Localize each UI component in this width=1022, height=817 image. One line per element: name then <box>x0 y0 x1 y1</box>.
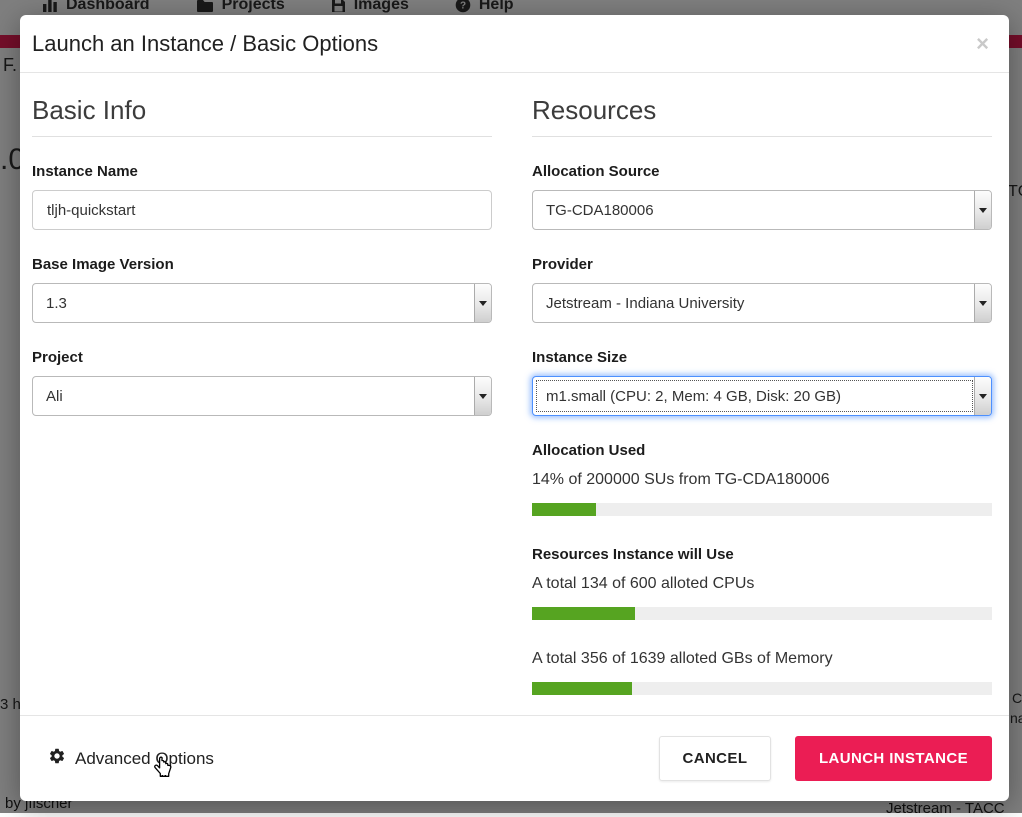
select-value: m1.small (CPU: 2, Mem: 4 GB, Disk: 20 GB… <box>537 381 972 411</box>
base-image-version-label: Base Image Version <box>32 256 492 273</box>
advanced-options-button[interactable]: Advanced Options <box>48 747 214 770</box>
base-image-version-select[interactable]: 1.3 <box>32 283 492 323</box>
launch-instance-modal: Launch an Instance / Basic Options × Bas… <box>20 15 1009 801</box>
cancel-button[interactable]: CANCEL <box>659 736 771 781</box>
memory-usage-text: A total 356 of 1639 alloted GBs of Memor… <box>532 650 992 668</box>
modal-body: Basic Info Instance Name Base Image Vers… <box>20 73 1009 695</box>
resources-section: Resources Allocation Source TG-CDA180006… <box>532 73 992 695</box>
select-dropdown-button[interactable] <box>474 377 491 415</box>
resources-heading: Resources <box>532 95 992 137</box>
chevron-down-icon <box>979 394 987 399</box>
chevron-down-icon <box>979 301 987 306</box>
select-value: 1.3 <box>33 284 474 322</box>
select-value: Ali <box>33 377 474 415</box>
select-value: TG-CDA180006 <box>533 191 974 229</box>
basic-info-heading: Basic Info <box>32 95 492 137</box>
chevron-down-icon <box>479 394 487 399</box>
select-dropdown-button[interactable] <box>974 284 991 322</box>
progress-fill <box>532 682 632 695</box>
instance-size-select[interactable]: m1.small (CPU: 2, Mem: 4 GB, Disk: 20 GB… <box>532 376 992 416</box>
basic-info-section: Basic Info Instance Name Base Image Vers… <box>32 73 492 695</box>
instance-name-label: Instance Name <box>32 163 492 180</box>
project-label: Project <box>32 349 492 366</box>
modal-footer: Advanced Options CANCEL LAUNCH INSTANCE <box>20 715 1009 801</box>
progress-fill <box>532 607 635 620</box>
provider-select[interactable]: Jetstream - Indiana University <box>532 283 992 323</box>
launch-instance-button[interactable]: LAUNCH INSTANCE <box>795 736 992 781</box>
select-dropdown-button[interactable] <box>474 284 491 322</box>
select-dropdown-button[interactable] <box>974 377 991 415</box>
chevron-down-icon <box>979 208 987 213</box>
memory-progressbar <box>532 682 992 695</box>
progress-fill <box>532 503 596 516</box>
allocation-source-select[interactable]: TG-CDA180006 <box>532 190 992 230</box>
select-dropdown-button[interactable] <box>974 191 991 229</box>
allocation-used-progressbar <box>532 503 992 516</box>
allocation-used-text: 14% of 200000 SUs from TG-CDA180006 <box>532 471 992 489</box>
instance-name-input[interactable] <box>32 190 492 230</box>
advanced-options-label: Advanced Options <box>75 749 214 769</box>
chevron-down-icon <box>479 301 487 306</box>
gear-icon <box>48 747 66 770</box>
allocation-source-label: Allocation Source <box>532 163 992 180</box>
modal-title: Launch an Instance / Basic Options <box>32 31 378 57</box>
footer-buttons: CANCEL LAUNCH INSTANCE <box>659 736 992 781</box>
allocation-used-label: Allocation Used <box>532 442 992 459</box>
modal-header: Launch an Instance / Basic Options × <box>20 15 1009 73</box>
instance-size-label: Instance Size <box>532 349 992 366</box>
resources-will-use-label: Resources Instance will Use <box>532 546 992 563</box>
provider-label: Provider <box>532 256 992 273</box>
cpu-progressbar <box>532 607 992 620</box>
project-select[interactable]: Ali <box>32 376 492 416</box>
select-value: Jetstream - Indiana University <box>533 284 974 322</box>
cpu-usage-text: A total 134 of 600 alloted CPUs <box>532 575 992 593</box>
close-icon[interactable]: × <box>976 33 989 55</box>
